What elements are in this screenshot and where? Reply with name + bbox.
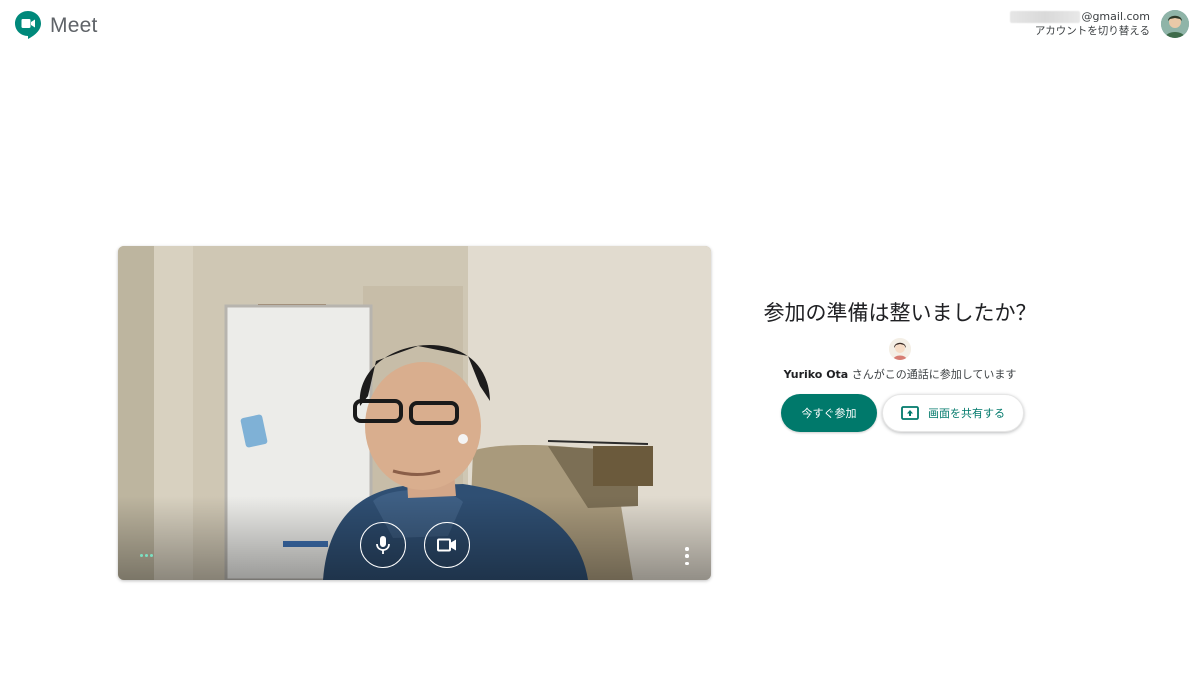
participant-name: Yuriko Ota — [783, 368, 849, 381]
microphone-icon — [376, 536, 390, 554]
present-screen-label: 画面を共有する — [928, 407, 1005, 420]
meet-logo-icon[interactable] — [14, 10, 42, 40]
ready-heading: 参加の準備は整いましたか？ — [763, 301, 1037, 325]
redacted-email — [1010, 11, 1081, 23]
participant-status: さんがこの通話に参加しています — [848, 368, 1017, 381]
present-to-all-icon — [901, 406, 919, 420]
top-bar: Meet @gmail.com アカウントを切り替える — [0, 0, 1200, 52]
camera-feed-image — [118, 246, 711, 580]
join-now-button[interactable]: 今すぐ参加 — [781, 394, 877, 432]
switch-account-link[interactable]: アカウントを切り替える — [1010, 24, 1150, 38]
self-video-preview — [118, 246, 711, 580]
present-screen-button[interactable]: 画面を共有する — [882, 394, 1024, 432]
videocam-icon — [437, 538, 456, 552]
participant-avatar — [889, 338, 911, 360]
account-info[interactable]: @gmail.com アカウントを切り替える — [1010, 10, 1150, 38]
account-email: @gmail.com — [1081, 10, 1150, 23]
account-avatar[interactable] — [1161, 10, 1189, 38]
more-vert-icon[interactable] — [682, 547, 692, 565]
participants-in-call-text: Yuriko Ota さんがこの通話に参加しています — [740, 366, 1060, 382]
microphone-toggle-button[interactable] — [360, 522, 406, 568]
camera-toggle-button[interactable] — [424, 522, 470, 568]
audio-level-dots-icon — [140, 554, 153, 557]
app-title: Meet — [50, 14, 98, 37]
